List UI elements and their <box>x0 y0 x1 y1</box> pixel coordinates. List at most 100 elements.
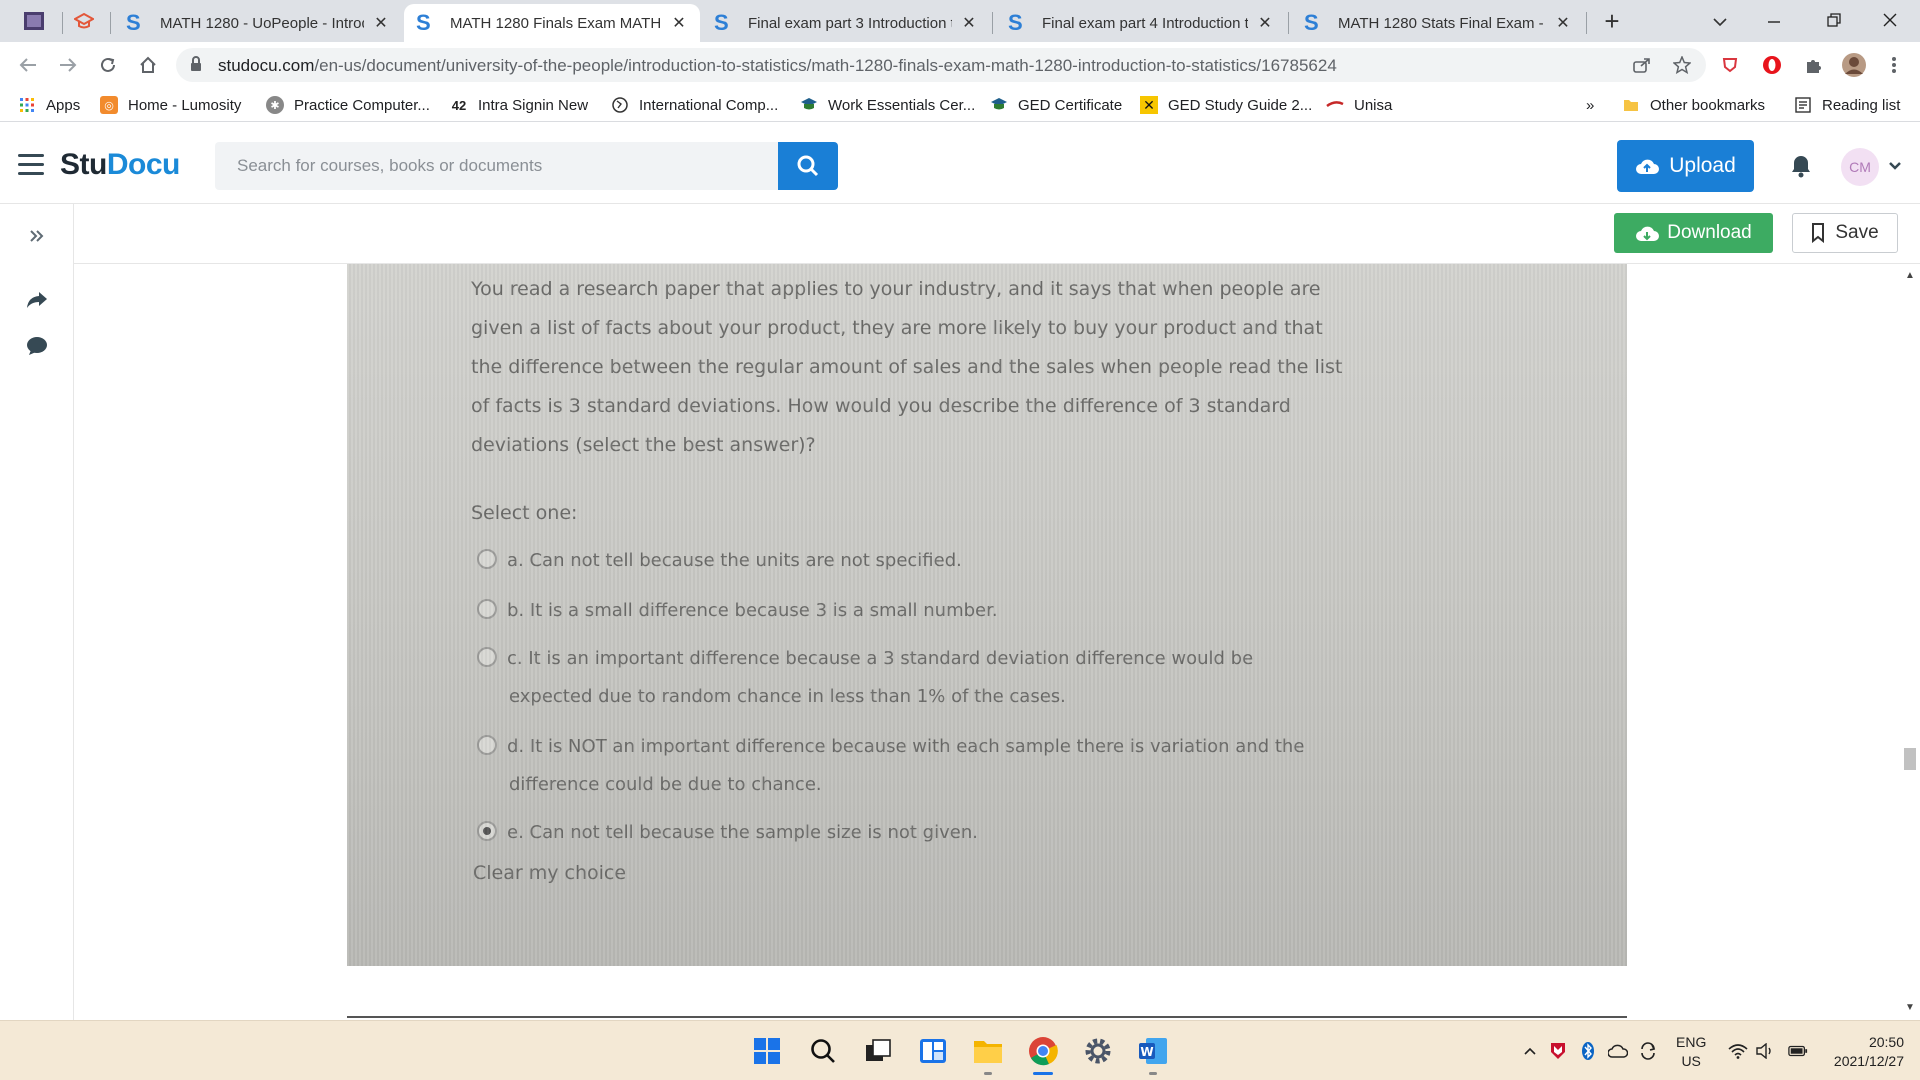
option-text: a. Can not tell because the units are no… <box>507 550 962 571</box>
windows-start-icon[interactable] <box>747 1031 787 1071</box>
home-icon[interactable] <box>132 50 164 80</box>
radio-icon <box>477 735 497 755</box>
restore-icon[interactable] <box>1806 4 1862 38</box>
task-view-icon[interactable] <box>858 1031 898 1071</box>
tab-search-chevron-icon[interactable] <box>1692 4 1748 38</box>
comment-icon[interactable] <box>22 332 52 360</box>
word-icon[interactable]: W <box>1133 1031 1173 1075</box>
scrollbar-thumb[interactable] <box>1904 748 1916 770</box>
unisa-icon <box>1326 96 1344 114</box>
forward-arrow-icon[interactable] <box>52 50 84 80</box>
bluetooth-icon[interactable] <box>1578 1041 1598 1061</box>
question-text: You read a research paper that applies t… <box>471 278 1343 456</box>
profile-avatar-icon[interactable] <box>1840 52 1868 78</box>
onedrive-cloud-icon[interactable] <box>1608 1041 1628 1061</box>
file-explorer-icon[interactable] <box>968 1031 1008 1075</box>
browser-tab[interactable]: S MATH 1280 - UoPeople - Introdu ✕ <box>114 4 402 42</box>
browser-tab[interactable]: S MATH 1280 Stats Final Exam - In ✕ <box>1292 4 1584 42</box>
minimize-icon[interactable] <box>1746 4 1802 38</box>
mcafee-shield-icon[interactable] <box>1548 1041 1568 1061</box>
opera-extension-icon[interactable] <box>1758 52 1786 78</box>
search-input[interactable]: Search for courses, books or documents <box>215 142 778 190</box>
tab-separator <box>110 12 111 34</box>
tab-close-icon[interactable]: ✕ <box>670 13 688 33</box>
tab-close-icon[interactable]: ✕ <box>1554 13 1572 33</box>
sync-icon[interactable] <box>1638 1041 1658 1061</box>
answer-option-d: d. It is NOT an important difference bec… <box>471 728 1304 804</box>
globe-icon <box>611 96 629 114</box>
bookmark-international-comp[interactable]: International Comp... <box>611 94 778 116</box>
browser-tab[interactable]: S Final exam part 3 Introduction to ✕ <box>702 4 990 42</box>
option-text: c. It is an important difference because… <box>507 648 1254 669</box>
bookmark-label: Home - Lumosity <box>128 96 242 114</box>
radio-icon <box>477 549 497 569</box>
browser-tab[interactable]: S Final exam part 4 Introduction to ✕ <box>996 4 1286 42</box>
chevron-down-icon[interactable] <box>1888 158 1902 176</box>
new-tab-button[interactable]: + <box>1596 6 1628 38</box>
expand-sidebar-icon[interactable] <box>22 222 52 250</box>
chrome-icon[interactable] <box>1023 1031 1063 1075</box>
select-one-label: Select one: <box>471 502 578 524</box>
download-button[interactable]: Download <box>1614 213 1773 253</box>
tab-close-icon[interactable]: ✕ <box>372 13 390 33</box>
reading-list[interactable]: Reading list <box>1794 94 1900 116</box>
share-arrow-icon[interactable] <box>22 286 52 314</box>
address-bar[interactable]: studocu.com/en-us/document/university-of… <box>176 48 1706 82</box>
other-bookmarks[interactable]: Other bookmarks <box>1622 94 1765 116</box>
bookmark-unisa[interactable]: Unisa <box>1326 94 1392 116</box>
bookmark-practice-computer[interactable]: ✱ Practice Computer... <box>266 94 430 116</box>
pinned-tab-2[interactable] <box>66 6 102 36</box>
browser-tab-strip: S MATH 1280 - UoPeople - Introdu ✕ S MAT… <box>0 0 1920 42</box>
lang-code: ENG <box>1676 1034 1707 1050</box>
bookmark-ged-certificate[interactable]: GED Certificate <box>990 94 1122 116</box>
vertical-scrollbar[interactable]: ▲ ▼ <box>1900 264 1920 1020</box>
scroll-down-arrow-icon[interactable]: ▼ <box>1905 1002 1915 1013</box>
folder-icon <box>1622 96 1640 114</box>
window-close-icon[interactable] <box>1862 4 1918 38</box>
save-button[interactable]: Save <box>1792 213 1898 253</box>
pinned-app-icon <box>24 12 44 30</box>
url-host: studocu.com <box>218 56 315 75</box>
hamburger-menu-icon[interactable] <box>18 154 44 176</box>
active-indicator <box>1033 1072 1053 1075</box>
document-action-bar: Download Save <box>74 204 1920 264</box>
settings-icon[interactable] <box>1078 1031 1118 1071</box>
browser-tab-active[interactable]: S MATH 1280 Finals Exam MATH 1 ✕ <box>404 4 700 42</box>
search-icon[interactable] <box>803 1031 843 1071</box>
input-language-indicator[interactable]: ENG US <box>1676 1033 1706 1071</box>
share-icon[interactable] <box>1630 54 1654 76</box>
studocu-header: StuDocu Search for courses, books or doc… <box>0 128 1920 204</box>
bookmarks-overflow-button[interactable]: » <box>1586 94 1594 116</box>
tab-close-icon[interactable]: ✕ <box>1256 13 1274 33</box>
tab-close-icon[interactable]: ✕ <box>960 13 978 33</box>
browser-menu-icon[interactable] <box>1880 52 1908 78</box>
document-page-photo: You read a research paper that applies t… <box>347 264 1627 966</box>
back-arrow-icon[interactable] <box>12 50 44 80</box>
bookmark-ged-study-guide[interactable]: ✕ GED Study Guide 2... <box>1140 94 1312 116</box>
extensions-puzzle-icon[interactable] <box>1800 52 1828 78</box>
volume-icon[interactable] <box>1756 1041 1776 1061</box>
upload-button[interactable]: Upload <box>1617 140 1754 192</box>
user-avatar[interactable]: CM <box>1841 148 1879 186</box>
bookmark-label: Unisa <box>1354 96 1393 114</box>
lock-icon <box>190 56 202 77</box>
bookmark-work-essentials[interactable]: Work Essentials Cer... <box>800 94 975 116</box>
reload-icon[interactable] <box>92 50 124 80</box>
battery-icon[interactable] <box>1788 1041 1808 1061</box>
search-button[interactable] <box>778 142 838 190</box>
widgets-icon[interactable] <box>913 1031 953 1071</box>
bookmark-lumosity[interactable]: ◎ Home - Lumosity <box>100 94 241 116</box>
extension-shield-icon[interactable] <box>1716 52 1744 78</box>
studocu-logo[interactable]: StuDocu <box>60 148 180 182</box>
system-clock[interactable]: 20:50 2021/12/27 <box>1818 1033 1904 1071</box>
pinned-tab-1[interactable] <box>16 6 52 36</box>
chevron-up-icon[interactable] <box>1520 1041 1540 1061</box>
bookmark-intra-signin[interactable]: 42 Intra Signin New <box>450 94 588 116</box>
wifi-icon[interactable] <box>1728 1041 1748 1061</box>
bookmark-star-icon[interactable] <box>1670 54 1694 76</box>
upload-label: Upload <box>1669 154 1736 177</box>
bookmark-apps[interactable]: Apps <box>18 94 80 116</box>
notification-bell-icon[interactable] <box>1790 154 1812 183</box>
scroll-up-arrow-icon[interactable]: ▲ <box>1905 270 1915 281</box>
document-viewer[interactable]: You read a research paper that applies t… <box>75 264 1900 1020</box>
